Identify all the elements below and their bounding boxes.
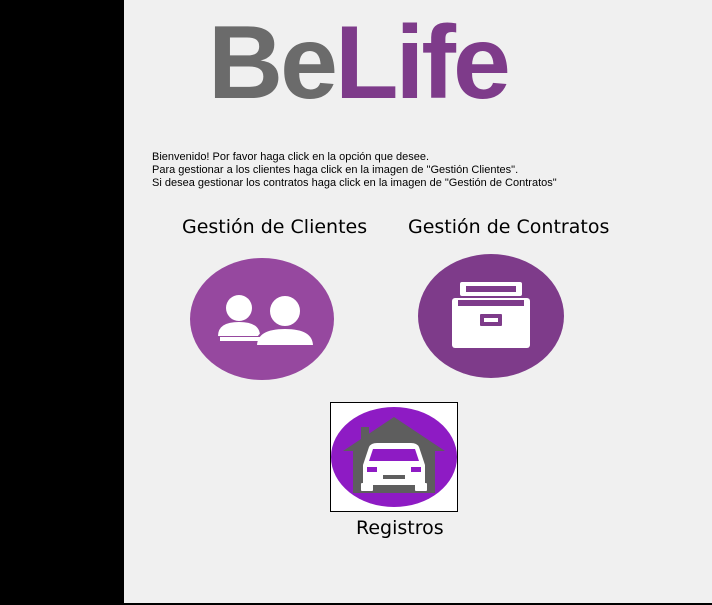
contratos-label: Gestión de Contratos [408,216,610,238]
clientes-label: Gestión de Clientes [182,216,368,238]
car-garage-icon [331,407,457,507]
logo-be-text: Be [208,5,338,121]
gestion-contratos-button[interactable] [418,254,564,378]
left-black-panel [0,0,124,605]
instruction-line-3: Si desea gestionar los contratos haga cl… [152,177,557,189]
users-icon [218,294,316,347]
registros-label: Registros [356,517,444,539]
instruction-line-1: Bienvenido! Por favor haga click en la o… [152,151,430,163]
logo-life-text: Life [334,5,511,121]
gestion-clientes-button[interactable] [190,258,334,380]
file-cabinet-icon [452,282,530,348]
welcome-instructions: Bienvenido! Por favor haga click en la o… [152,151,612,190]
belife-logo: BeLife [208,5,511,121]
instruction-line-2: Para gestionar a los clientes haga click… [152,164,519,176]
registros-button[interactable] [330,402,458,512]
